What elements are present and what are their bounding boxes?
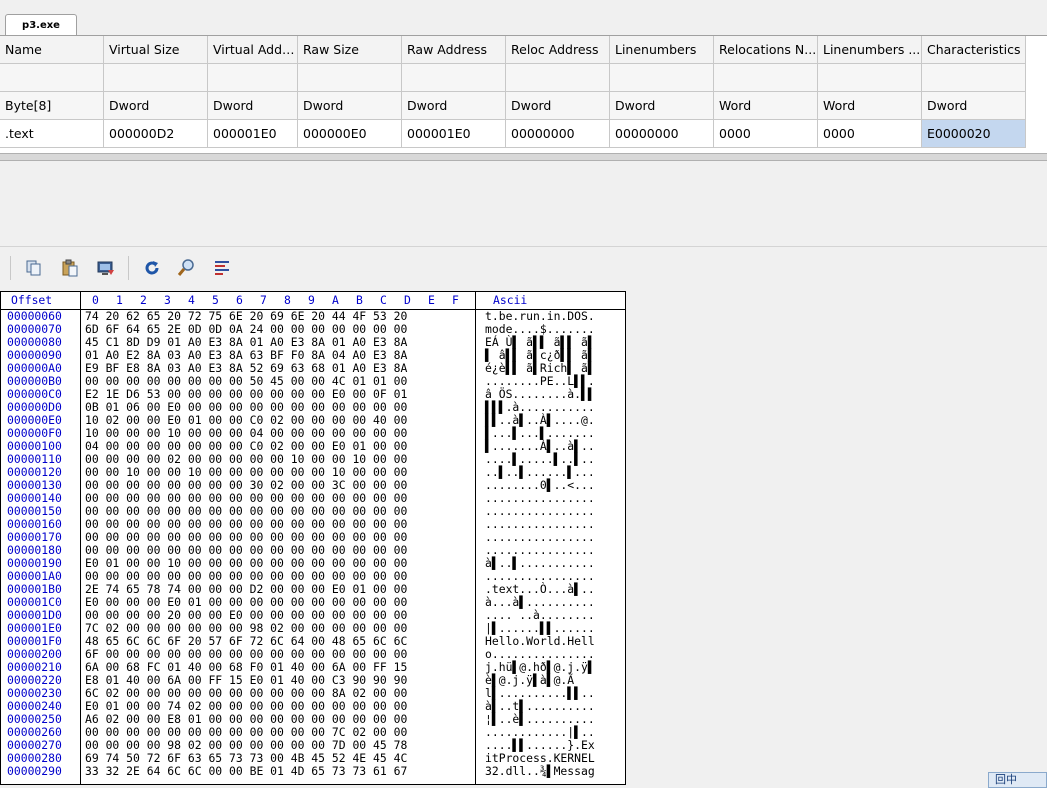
ime-indicator[interactable]: 回中 [988, 772, 1047, 788]
grid-blank-row [0, 64, 1026, 92]
grid-type-cell: Dword [402, 92, 506, 120]
grid-type-cell: Word [818, 92, 922, 120]
grid-type-cell: Word [714, 92, 818, 120]
grid-header-cell[interactable]: Reloc Address [506, 36, 610, 64]
grid-blank-cell [506, 64, 610, 92]
byte-column-header: 7 [260, 293, 267, 307]
grid-type-cell: Byte[8] [0, 92, 104, 120]
byte-column-header: 1 [116, 293, 123, 307]
grid-blank-cell [714, 64, 818, 92]
hex-header: Offset 0 1 2 3 4 5 6 7 8 9 A B C D E F Ascii [1, 292, 625, 310]
byte-column-header: 5 [212, 293, 219, 307]
toolbar-separator [128, 256, 129, 280]
byte-column-header: D [404, 293, 411, 307]
grid-type-cell: Dword [922, 92, 1026, 120]
grid-header-cell[interactable]: Name [0, 36, 104, 64]
grid-blank-cell [298, 64, 402, 92]
grid-type-row: Byte[8] Dword Dword Dword Dword Dword Dword Wor… [0, 92, 1026, 120]
grid-row-cell[interactable]: 000000D2 [104, 120, 208, 148]
grid-blank-cell [610, 64, 714, 92]
grid-blank-cell [0, 64, 104, 92]
write-memory-icon[interactable] [96, 258, 116, 278]
grid-row-cell[interactable]: 00000000 [506, 120, 610, 148]
grid-row-cell[interactable]: 000000E0 [298, 120, 402, 148]
grid-type-cell: Dword [208, 92, 298, 120]
row-bytes[interactable]: 33 32 2E 64 6C 6C 00 00 BE 01 4D 65 73 7… [85, 765, 407, 778]
byte-column-header: 6 [236, 293, 243, 307]
grid-header-cell[interactable]: Characteristics [922, 36, 1026, 64]
grid-row-cell[interactable]: .text [0, 120, 104, 148]
hex-row[interactable]: 00000290 33 32 2E 64 6C 6C 00 00 BE 01 4D… [1, 765, 625, 778]
paste-icon[interactable] [60, 258, 80, 278]
grid-blank-cell [402, 64, 506, 92]
grid-header-row: Name Virtual Size Virtual Addr... Raw Size R… [0, 36, 1026, 64]
grid-row-cell[interactable]: 0000 [714, 120, 818, 148]
byte-column-header: 4 [188, 293, 195, 307]
section-headers-grid: Name Virtual Size Virtual Addr... Raw Size R… [0, 36, 1047, 154]
hex-view-icon[interactable] [212, 258, 232, 278]
byte-column-header: B [356, 293, 363, 307]
row-ascii[interactable]: 32.dll..¾▌Messag [485, 765, 595, 778]
hex-view[interactable]: Offset 0 1 2 3 4 5 6 7 8 9 A B C D E F Ascii 00000060 74 2… [0, 291, 626, 785]
grid-header-cell[interactable]: Linenumbers [610, 36, 714, 64]
grid-row-cell[interactable]: 000001E0 [208, 120, 298, 148]
byte-column-header: 8 [284, 293, 291, 307]
ascii-column-header: Ascii [493, 293, 528, 307]
byte-column-header: F [452, 293, 459, 307]
grid-header-cell[interactable]: Virtual Size [104, 36, 208, 64]
grid-header-cell[interactable]: Raw Size [298, 36, 402, 64]
grid-header-cell[interactable]: Linenumbers ... [818, 36, 922, 64]
grid-blank-cell [818, 64, 922, 92]
grid-type-cell: Dword [506, 92, 610, 120]
grid-header-cell[interactable]: Virtual Addr... [208, 36, 298, 64]
toolbar-separator [10, 256, 11, 280]
grid-header-cell[interactable]: Relocations N... [714, 36, 818, 64]
refresh-icon[interactable] [142, 258, 162, 278]
grid-blank-cell [922, 64, 1026, 92]
grid-row-cell[interactable]: E0000020 [922, 120, 1026, 148]
grid-row-cell[interactable]: 00000000 [610, 120, 714, 148]
grid-row-cell[interactable]: 000001E0 [402, 120, 506, 148]
grid-blank-cell [104, 64, 208, 92]
row-offset: 00000290 [7, 764, 62, 778]
grid-type-cell: Dword [104, 92, 208, 120]
copy-icon[interactable] [24, 258, 44, 278]
grid-type-cell: Dword [298, 92, 402, 120]
offset-column-header: Offset [11, 293, 53, 307]
byte-column-header: 3 [164, 293, 171, 307]
grid-row-row[interactable]: .text 000000D2 000001E0 000000E0 000001E0 000… [0, 120, 1026, 148]
byte-column-header: C [380, 293, 387, 307]
byte-column-header: A [332, 293, 339, 307]
grid-row-cell[interactable]: 0000 [818, 120, 922, 148]
grid-type-cell: Dword [610, 92, 714, 120]
byte-column-header: 0 [92, 293, 99, 307]
tab-bar: p3.exe [0, 0, 1047, 36]
grid-header-cell[interactable]: Raw Address [402, 36, 506, 64]
splitter[interactable] [0, 153, 1047, 161]
tab-p3-exe[interactable]: p3.exe [5, 14, 77, 35]
byte-column-header: E [428, 293, 435, 307]
search-icon[interactable] [177, 258, 197, 278]
empty-pane [0, 161, 1047, 247]
grid-blank-cell [208, 64, 298, 92]
byte-column-header: 2 [140, 293, 147, 307]
hex-toolbar [0, 250, 1047, 286]
byte-column-header: 9 [308, 293, 315, 307]
